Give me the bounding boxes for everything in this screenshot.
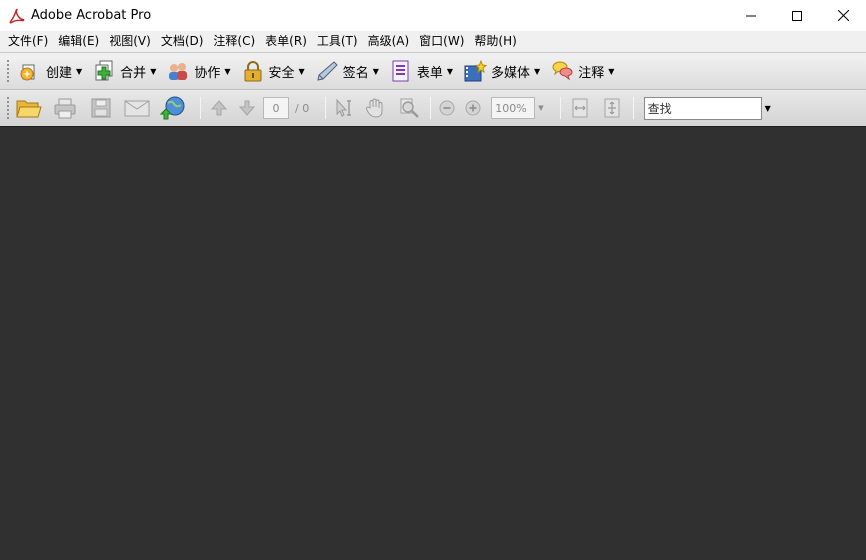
pen-icon bbox=[315, 59, 339, 83]
email-button[interactable] bbox=[122, 94, 152, 122]
create-icon bbox=[18, 59, 42, 83]
chevron-down-icon: ▼ bbox=[224, 66, 231, 76]
next-page-button[interactable] bbox=[235, 94, 259, 122]
fit-page-button[interactable] bbox=[599, 94, 625, 122]
zoom-out-button[interactable] bbox=[437, 94, 457, 122]
chevron-down-icon: ▼ bbox=[298, 66, 305, 76]
magnifier-icon bbox=[400, 98, 420, 118]
file-toolbar: 0 / 0 100% ▼ 查找 ▼ bbox=[0, 89, 866, 126]
page-total: / 0 bbox=[295, 101, 310, 115]
menu-window[interactable]: 窗口(W) bbox=[414, 32, 469, 51]
zoom-in-icon bbox=[465, 100, 481, 116]
toolbar-separator bbox=[632, 97, 634, 119]
menu-tools[interactable]: 工具(T) bbox=[312, 32, 363, 51]
menu-comments[interactable]: 注释(C) bbox=[208, 32, 260, 51]
maximize-icon bbox=[792, 10, 802, 21]
upload-web-button[interactable] bbox=[158, 94, 188, 122]
close-icon bbox=[837, 10, 849, 21]
zoom-in-button[interactable] bbox=[463, 94, 483, 122]
arrow-up-icon bbox=[210, 100, 228, 116]
menu-view[interactable]: 视图(V) bbox=[104, 32, 156, 51]
chevron-down-icon: ▼ bbox=[372, 66, 379, 76]
select-tool-button[interactable] bbox=[332, 94, 358, 122]
window-title: Adobe Acrobat Pro bbox=[31, 8, 152, 23]
chevron-down-icon: ▼ bbox=[608, 66, 615, 76]
acrobat-logo-icon bbox=[9, 8, 25, 24]
toolbar-separator bbox=[200, 97, 201, 119]
forms-label: 表单 bbox=[416, 65, 443, 81]
zoom-out-icon bbox=[439, 100, 455, 116]
menu-forms[interactable]: 表单(R) bbox=[260, 32, 312, 51]
toolbar-grip[interactable] bbox=[6, 96, 10, 120]
printer-icon bbox=[54, 98, 76, 119]
menu-document[interactable]: 文档(D) bbox=[156, 32, 209, 51]
page-number-input[interactable]: 0 bbox=[263, 97, 289, 119]
chevron-down-icon: ▼ bbox=[76, 66, 83, 76]
collaborate-button[interactable]: 协作 ▼ bbox=[162, 56, 234, 86]
menu-file[interactable]: 文件(F) bbox=[3, 32, 53, 51]
chevron-down-icon[interactable]: ▼ bbox=[765, 104, 771, 113]
open-button[interactable] bbox=[14, 94, 44, 122]
zoom-level-input[interactable]: 100% bbox=[491, 97, 536, 119]
toolbar-separator bbox=[559, 97, 561, 119]
hand-icon bbox=[366, 98, 383, 118]
toolbar-grip[interactable] bbox=[6, 59, 10, 83]
chevron-down-icon: ▼ bbox=[534, 66, 541, 76]
select-text-icon bbox=[336, 98, 352, 117]
multimedia-label: 多媒体 bbox=[491, 65, 531, 81]
combine-label: 合并 bbox=[120, 65, 147, 81]
document-area[interactable] bbox=[0, 126, 866, 560]
minimize-button[interactable] bbox=[728, 0, 774, 31]
find-input[interactable]: 查找 bbox=[643, 96, 762, 120]
create-button[interactable]: 创建 ▼ bbox=[14, 56, 86, 86]
hand-tool-button[interactable] bbox=[362, 94, 388, 122]
tasks-toolbar: 创建 ▼ 合并 ▼ 协作 ▼ 安全 ▼ 签名 ▼ 表单 ▼ 多媒体 ▼ 注释 ▼ bbox=[0, 52, 866, 89]
toolbar-separator bbox=[325, 97, 327, 119]
menu-bar: 文件(F) 编辑(E) 视图(V) 文档(D) 注释(C) 表单(R) 工具(T… bbox=[0, 31, 866, 52]
security-button[interactable]: 安全 ▼ bbox=[237, 56, 309, 86]
save-icon bbox=[91, 98, 111, 118]
fit-width-icon bbox=[572, 98, 588, 118]
globe-upload-icon bbox=[160, 96, 185, 120]
menu-advanced[interactable]: 高级(A) bbox=[363, 32, 415, 51]
multimedia-button[interactable]: 多媒体 ▼ bbox=[459, 56, 544, 86]
menu-help[interactable]: 帮助(H) bbox=[469, 32, 521, 51]
menu-edit[interactable]: 编辑(E) bbox=[53, 32, 104, 51]
forms-button[interactable]: 表单 ▼ bbox=[385, 56, 457, 86]
collaborate-icon bbox=[166, 59, 190, 83]
close-button[interactable] bbox=[820, 0, 866, 31]
combine-button[interactable]: 合并 ▼ bbox=[88, 56, 160, 86]
fit-page-icon bbox=[604, 98, 620, 118]
email-icon bbox=[124, 100, 150, 117]
previous-page-button[interactable] bbox=[207, 94, 231, 122]
folder-icon bbox=[16, 100, 42, 118]
sign-label: 签名 bbox=[342, 65, 369, 81]
toolbar-separator bbox=[430, 97, 432, 119]
chevron-down-icon[interactable]: ▼ bbox=[538, 104, 543, 112]
maximize-button[interactable] bbox=[774, 0, 820, 31]
multimedia-icon bbox=[463, 59, 488, 83]
comment-icon bbox=[550, 59, 574, 83]
security-label: 安全 bbox=[268, 65, 295, 81]
create-label: 创建 bbox=[46, 65, 73, 81]
collaborate-label: 协作 bbox=[194, 65, 221, 81]
comments-label: 注释 bbox=[578, 65, 605, 81]
title-bar: Adobe Acrobat Pro bbox=[0, 0, 866, 31]
print-button[interactable] bbox=[50, 94, 80, 122]
minimize-icon bbox=[746, 15, 756, 16]
comments-button[interactable]: 注释 ▼ bbox=[546, 56, 618, 86]
chevron-down-icon: ▼ bbox=[446, 66, 454, 76]
arrow-down-icon bbox=[238, 100, 256, 116]
form-icon bbox=[389, 59, 413, 83]
lock-icon bbox=[241, 59, 265, 83]
window-controls bbox=[728, 0, 866, 31]
chevron-down-icon: ▼ bbox=[150, 66, 157, 76]
fit-width-button[interactable] bbox=[567, 94, 593, 122]
save-button[interactable] bbox=[86, 94, 116, 122]
combine-icon bbox=[92, 59, 116, 83]
zoom-tool-button[interactable] bbox=[396, 94, 422, 122]
sign-button[interactable]: 签名 ▼ bbox=[311, 56, 383, 86]
